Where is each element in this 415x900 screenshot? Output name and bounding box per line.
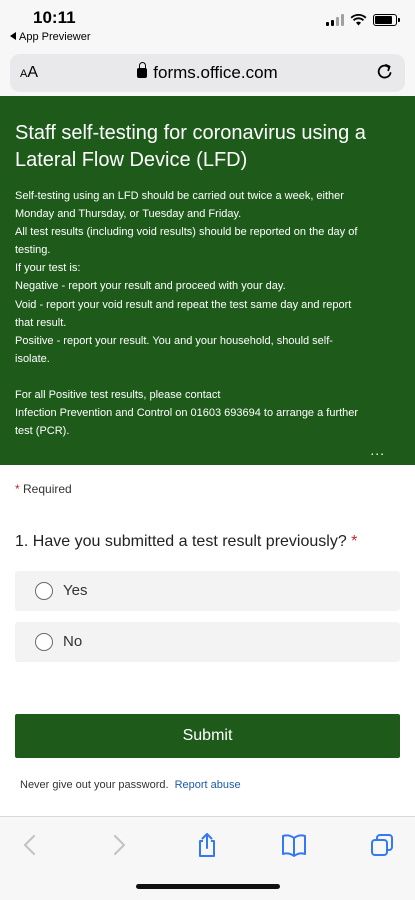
browser-address-area: AA forms.office.com bbox=[0, 50, 415, 96]
footer-note: Never give out your password. Report abus… bbox=[20, 779, 241, 791]
description-line: testing. bbox=[15, 244, 51, 257]
form-header-banner: Staff self-testing for coronavirus using… bbox=[0, 96, 415, 465]
submit-button[interactable]: Submit bbox=[15, 714, 400, 758]
description-line bbox=[15, 368, 400, 386]
back-triangle-icon bbox=[10, 32, 16, 40]
back-icon[interactable] bbox=[17, 831, 45, 859]
form-description: Self-testing using an LFD should be carr… bbox=[15, 187, 400, 440]
more-options-button[interactable]: ... bbox=[370, 443, 385, 457]
radio-button[interactable] bbox=[35, 582, 53, 600]
required-label: Required bbox=[23, 482, 72, 496]
form-title: Staff self-testing for coronavirus using… bbox=[15, 122, 366, 171]
reload-icon[interactable] bbox=[375, 62, 395, 82]
report-abuse-link[interactable]: Report abuse bbox=[175, 779, 241, 791]
back-app-label: App Previewer bbox=[19, 31, 91, 43]
home-indicator[interactable] bbox=[136, 884, 280, 889]
back-to-app-link[interactable]: App Previewer bbox=[10, 31, 91, 43]
password-warning: Never give out your password. bbox=[20, 779, 169, 791]
system-icons bbox=[326, 14, 400, 26]
required-star: * bbox=[15, 482, 20, 496]
description-line: For all Positive test results, please co… bbox=[15, 389, 221, 402]
question-required-marker: * bbox=[351, 533, 358, 550]
cellular-signal-icon bbox=[326, 14, 344, 26]
description-line: test (PCR). bbox=[15, 425, 70, 438]
tabs-icon[interactable] bbox=[368, 831, 396, 859]
description-line: If your test is: bbox=[15, 262, 81, 275]
option-yes[interactable]: Yes bbox=[15, 571, 400, 611]
description-line: Void - report your void result and repea… bbox=[15, 298, 352, 311]
description-line: Negative - report your result and procee… bbox=[15, 280, 286, 293]
option-no[interactable]: No bbox=[15, 622, 400, 662]
description-line: Infection Prevention and Control on 0160… bbox=[15, 407, 359, 420]
description-line: isolate. bbox=[15, 352, 50, 365]
required-note: * Required bbox=[15, 482, 72, 496]
lock-icon bbox=[137, 62, 148, 78]
share-icon[interactable] bbox=[193, 831, 221, 859]
wifi-icon bbox=[350, 14, 367, 26]
forward-icon[interactable] bbox=[104, 831, 132, 859]
option-label: No bbox=[63, 633, 83, 650]
description-line: Monday and Thursday, or Tuesday and Frid… bbox=[15, 208, 242, 221]
description-line: that result. bbox=[15, 316, 67, 329]
status-bar: 10:11 App Previewer bbox=[0, 0, 415, 50]
radio-button[interactable] bbox=[35, 633, 53, 651]
description-line: Self-testing using an LFD should be carr… bbox=[15, 190, 344, 202]
battery-icon bbox=[373, 14, 400, 26]
option-label: Yes bbox=[63, 582, 88, 599]
url-display[interactable]: forms.office.com bbox=[10, 62, 405, 83]
description-line: Positive - report your result. You and y… bbox=[15, 334, 333, 347]
url-text: forms.office.com bbox=[153, 63, 278, 82]
address-bar[interactable]: AA forms.office.com bbox=[10, 54, 405, 92]
status-time: 10:11 bbox=[33, 8, 76, 27]
question-title: 1. Have you submitted a test result prev… bbox=[15, 533, 357, 551]
bookmarks-icon[interactable] bbox=[280, 831, 308, 859]
question-text: 1. Have you submitted a test result prev… bbox=[15, 533, 347, 550]
description-line: All test results (including void results… bbox=[15, 226, 358, 239]
